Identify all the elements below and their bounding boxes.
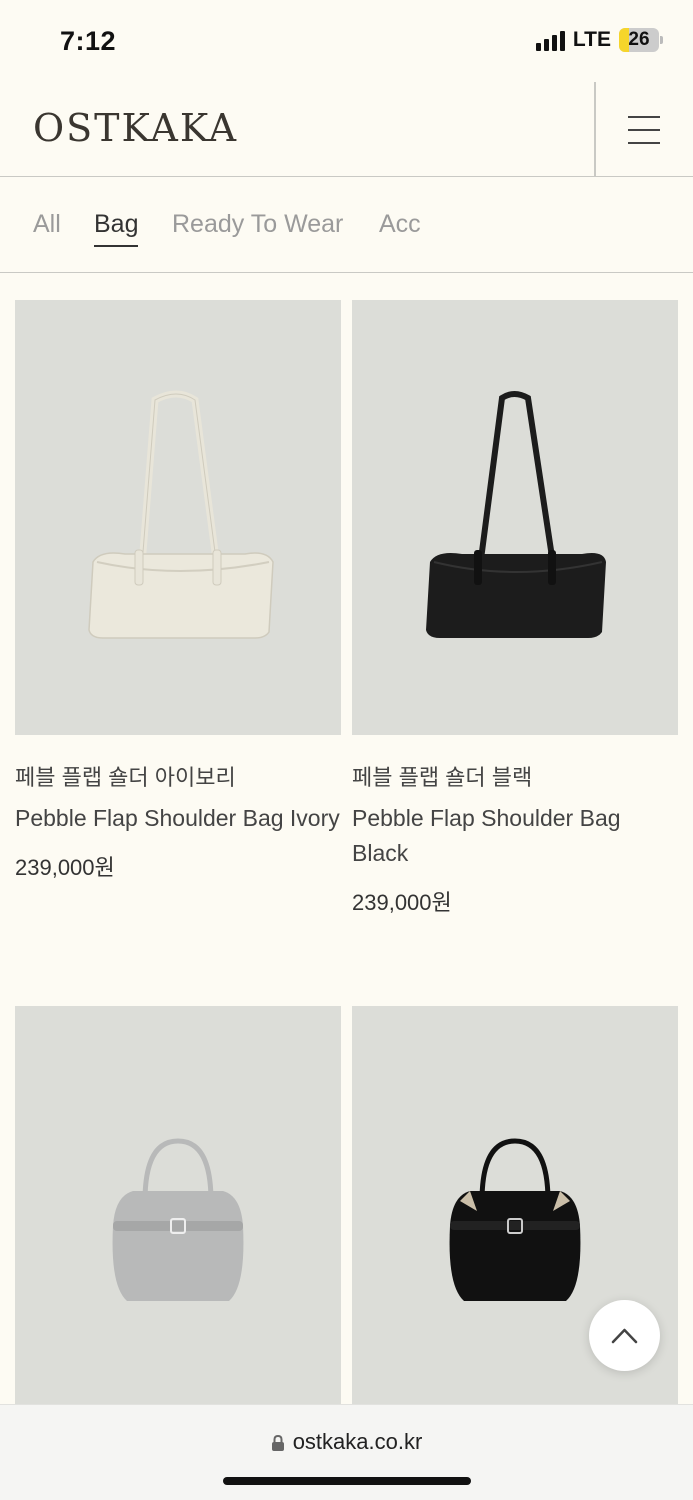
home-indicator[interactable]: [223, 1477, 471, 1485]
status-time: 7:12: [60, 26, 117, 56]
product-name-ko[interactable]: 페블 플랩 숄더 블랙: [352, 763, 678, 793]
header-divider: [594, 82, 596, 177]
tab-ready-to-wear[interactable]: Ready To Wear: [172, 210, 343, 245]
scroll-to-top-button[interactable]: [589, 1300, 660, 1371]
tab-acc[interactable]: Acc: [379, 210, 421, 245]
bag-image-black-gloss: [449, 1138, 581, 1301]
network-label: LTE: [572, 28, 611, 51]
product-image[interactable]: [15, 1006, 341, 1441]
site-header: OSTKAKA: [0, 82, 693, 177]
product-card[interactable]: [15, 1006, 341, 1441]
tab-bag[interactable]: Bag: [94, 210, 139, 247]
battery-level: 26: [628, 29, 650, 50]
product-card[interactable]: 페블 플랩 숄더 블랙 Pebble Flap Shoulder Bag Bla…: [352, 300, 678, 917]
battery-icon: 26: [619, 28, 663, 52]
bag-image-grey: [112, 1138, 244, 1301]
url-text: ostkaka.co.kr: [292, 1429, 423, 1454]
product-price: 239,000원: [352, 890, 452, 915]
product-name-ko[interactable]: 페블 플랩 숄더 아이보리: [15, 763, 341, 793]
product-card[interactable]: 페블 플랩 숄더 아이보리 Pebble Flap Shoulder Bag I…: [15, 300, 341, 882]
browser-url-bar[interactable]: ostkaka.co.kr: [0, 1404, 693, 1500]
status-indicators: LTE 26: [535, 28, 663, 52]
logo[interactable]: OSTKAKA: [33, 106, 238, 150]
bag-image-black: [426, 391, 606, 638]
product-card[interactable]: [352, 1006, 678, 1441]
hamburger-menu-icon[interactable]: [620, 112, 668, 148]
bag-image-ivory: [88, 390, 274, 639]
chevron-up-icon: [611, 1328, 638, 1344]
product-image[interactable]: [352, 1006, 678, 1441]
product-name-en[interactable]: Pebble Flap Shoulder Bag Ivory: [15, 801, 341, 836]
product-name-en[interactable]: Pebble Flap Shoulder Bag Black: [352, 801, 678, 871]
category-tabs: All Bag Ready To Wear Acc: [0, 178, 693, 273]
status-bar: 7:12 LTE 26: [0, 0, 693, 82]
product-price: 239,000원: [15, 855, 115, 880]
signal-icon: [535, 29, 565, 51]
product-image[interactable]: [352, 300, 678, 735]
tab-all[interactable]: All: [33, 210, 61, 245]
lock-icon: [271, 1435, 284, 1452]
product-image[interactable]: [15, 300, 341, 735]
url-display[interactable]: ostkaka.co.kr: [0, 1429, 693, 1455]
